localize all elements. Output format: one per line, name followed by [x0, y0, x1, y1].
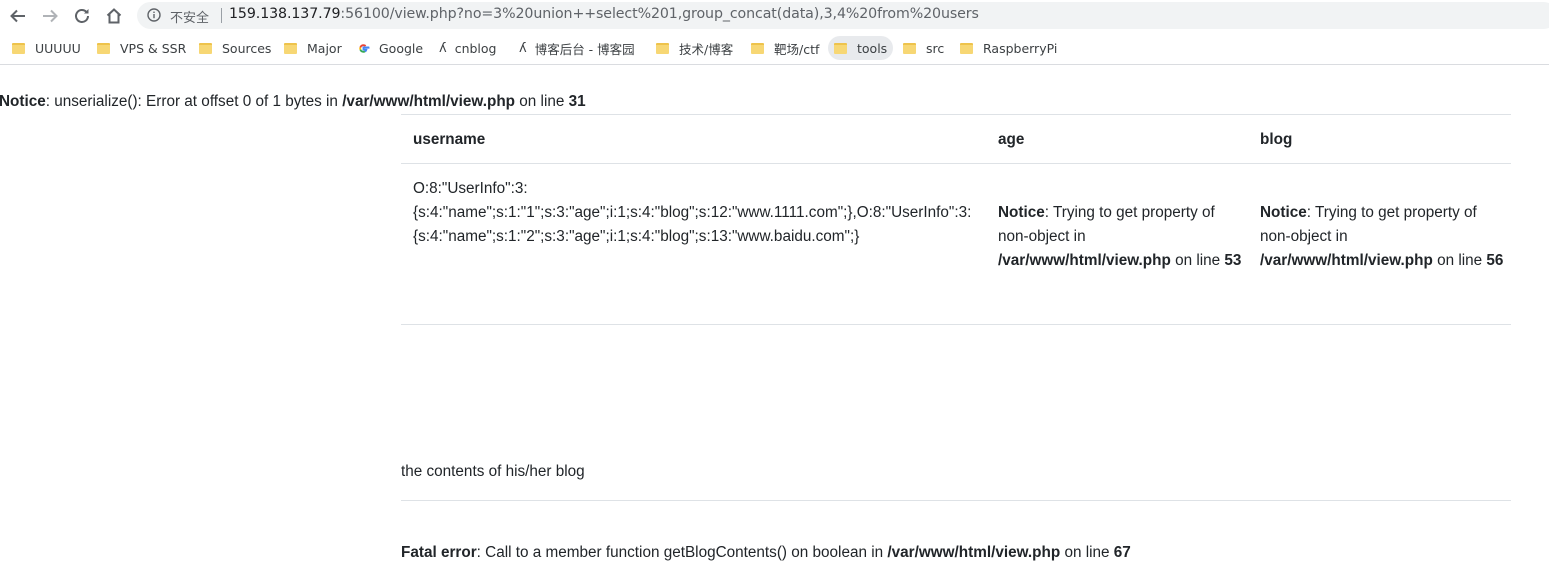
folder-icon: [12, 42, 25, 54]
fatal-on-line: on line: [1060, 544, 1114, 561]
home-icon: [106, 8, 122, 24]
fatal-file: /var/www/html/view.php: [887, 544, 1061, 561]
notice-on-line: on line: [1170, 252, 1225, 269]
bookmark-tech-blog[interactable]: 技术/博客: [656, 36, 733, 60]
bookmark-tools[interactable]: tools: [828, 36, 894, 60]
url-path: :56100/view.php?no=3%20union++select%201…: [340, 6, 979, 22]
bookmark-src[interactable]: src: [903, 36, 944, 60]
bookmark-label: Major: [307, 40, 342, 56]
bookmark-label: VPS & SSR: [120, 40, 187, 56]
header-username: username: [413, 131, 486, 148]
bookmark-sources[interactable]: Sources: [199, 36, 271, 60]
url-host: 159.138.137.79: [229, 6, 341, 22]
notice-line-number: 56: [1486, 252, 1504, 269]
bookmark-label: RaspberryPi: [983, 40, 1058, 56]
bookmark-uuuuu[interactable]: UUUUU: [12, 36, 81, 60]
notice-message: : unserialize(): Error at offset 0 of 1 …: [45, 93, 343, 110]
notice-file: /var/www/html/view.php: [998, 252, 1171, 269]
notice-prefix: Notice: [0, 93, 46, 110]
security-label[interactable]: 不安全: [170, 7, 209, 26]
google-icon: [359, 43, 370, 53]
username-line: O:8:"UserInfo":3:: [413, 180, 528, 197]
fatal-prefix: Fatal error: [401, 544, 477, 561]
notice-line-number: 31: [568, 93, 586, 110]
folder-icon: [199, 42, 212, 54]
folder-icon: [284, 42, 297, 54]
cnblogs-icon: ʎ: [519, 40, 527, 56]
bookmark-ctf[interactable]: 靶场/ctf: [751, 36, 819, 60]
bookmarks-bar: UUUUU VPS & SSR Sources Major Google ʎ c…: [0, 32, 1549, 65]
age-cell: Notice: Trying to get property of non-ob…: [998, 201, 1248, 273]
table-row: O:8:"UserInfo":3: {s:4:"name";s:1:"1";s:…: [401, 164, 1511, 325]
notice-file: /var/www/html/view.php: [1260, 252, 1433, 269]
bookmark-vps-ssr[interactable]: VPS & SSR: [97, 36, 186, 60]
home-button[interactable]: [102, 4, 126, 28]
reload-icon: [75, 9, 89, 23]
header-age: age: [998, 131, 1025, 148]
back-arrow-icon: [10, 9, 25, 23]
cnblogs-icon: ʎ: [439, 40, 447, 56]
unserialize-notice: Notice: unserialize(): Error at offset 0…: [0, 93, 586, 111]
bookmark-label: Google: [379, 40, 424, 56]
bookmark-cnblogs-admin[interactable]: ʎ 博客后台 - 博客园: [519, 36, 635, 60]
info-icon[interactable]: [147, 8, 161, 22]
address-bar[interactable]: 不安全 159.138.137.79:56100/view.php?no=3%2…: [137, 2, 1549, 29]
fatal-message: : Call to a member function getBlogConte…: [476, 544, 888, 561]
username-cell: O:8:"UserInfo":3: {s:4:"name";s:1:"1";s:…: [413, 177, 993, 249]
bookmark-label: cnblog: [454, 40, 497, 56]
notice-line-number: 53: [1224, 252, 1242, 269]
folder-icon: [960, 42, 973, 54]
username-line: {s:4:"name";s:1:"2";s:3:"age";i:1;s:4:"b…: [413, 228, 860, 245]
bookmark-label: 博客后台 - 博客园: [534, 41, 635, 57]
notice-on-line: on line: [515, 93, 569, 110]
fatal-line-number: 67: [1113, 544, 1131, 561]
bookmark-cnblog[interactable]: ʎ cnblog: [439, 36, 497, 60]
bookmark-label: 技术/博客: [679, 41, 734, 57]
browser-toolbar: 不安全 159.138.137.79:56100/view.php?no=3%2…: [0, 0, 1549, 32]
url-text[interactable]: 159.138.137.79:56100/view.php?no=3%20uni…: [229, 6, 979, 22]
bookmark-label: src: [926, 40, 945, 56]
bookmark-major[interactable]: Major: [284, 36, 342, 60]
forward-button[interactable]: [38, 4, 62, 28]
folder-icon: [903, 42, 916, 54]
bookmark-google[interactable]: Google: [357, 36, 423, 60]
notice-on-line: on line: [1432, 252, 1487, 269]
folder-icon: [656, 42, 669, 54]
blog-cell: Notice: Trying to get property of non-ob…: [1260, 201, 1510, 273]
folder-icon: [751, 42, 764, 54]
bookmark-label: UUUUU: [35, 40, 81, 56]
notice-prefix: Notice: [1260, 204, 1307, 221]
table-header: username age blog: [401, 114, 1511, 164]
folder-icon: [97, 42, 110, 54]
bookmark-raspberrypi[interactable]: RaspberryPi: [960, 36, 1057, 60]
bookmark-label: 靶场/ctf: [774, 41, 820, 57]
forward-arrow-icon: [43, 9, 58, 23]
folder-icon: [834, 42, 847, 54]
bookmark-label: tools: [857, 40, 888, 56]
fatal-error: Fatal error: Call to a member function g…: [401, 544, 1131, 562]
reload-button[interactable]: [70, 4, 94, 28]
address-separator: [221, 8, 222, 23]
notice-prefix: Notice: [998, 204, 1045, 221]
header-blog: blog: [1260, 131, 1293, 148]
back-button[interactable]: [6, 4, 30, 28]
notice-file: /var/www/html/view.php: [342, 93, 516, 110]
blog-contents: the contents of his/her blog: [401, 463, 585, 480]
divider: [401, 500, 1511, 501]
bookmark-label: Sources: [222, 40, 272, 56]
username-line: {s:4:"name";s:1:"1";s:3:"age";i:1;s:4:"b…: [413, 204, 972, 221]
